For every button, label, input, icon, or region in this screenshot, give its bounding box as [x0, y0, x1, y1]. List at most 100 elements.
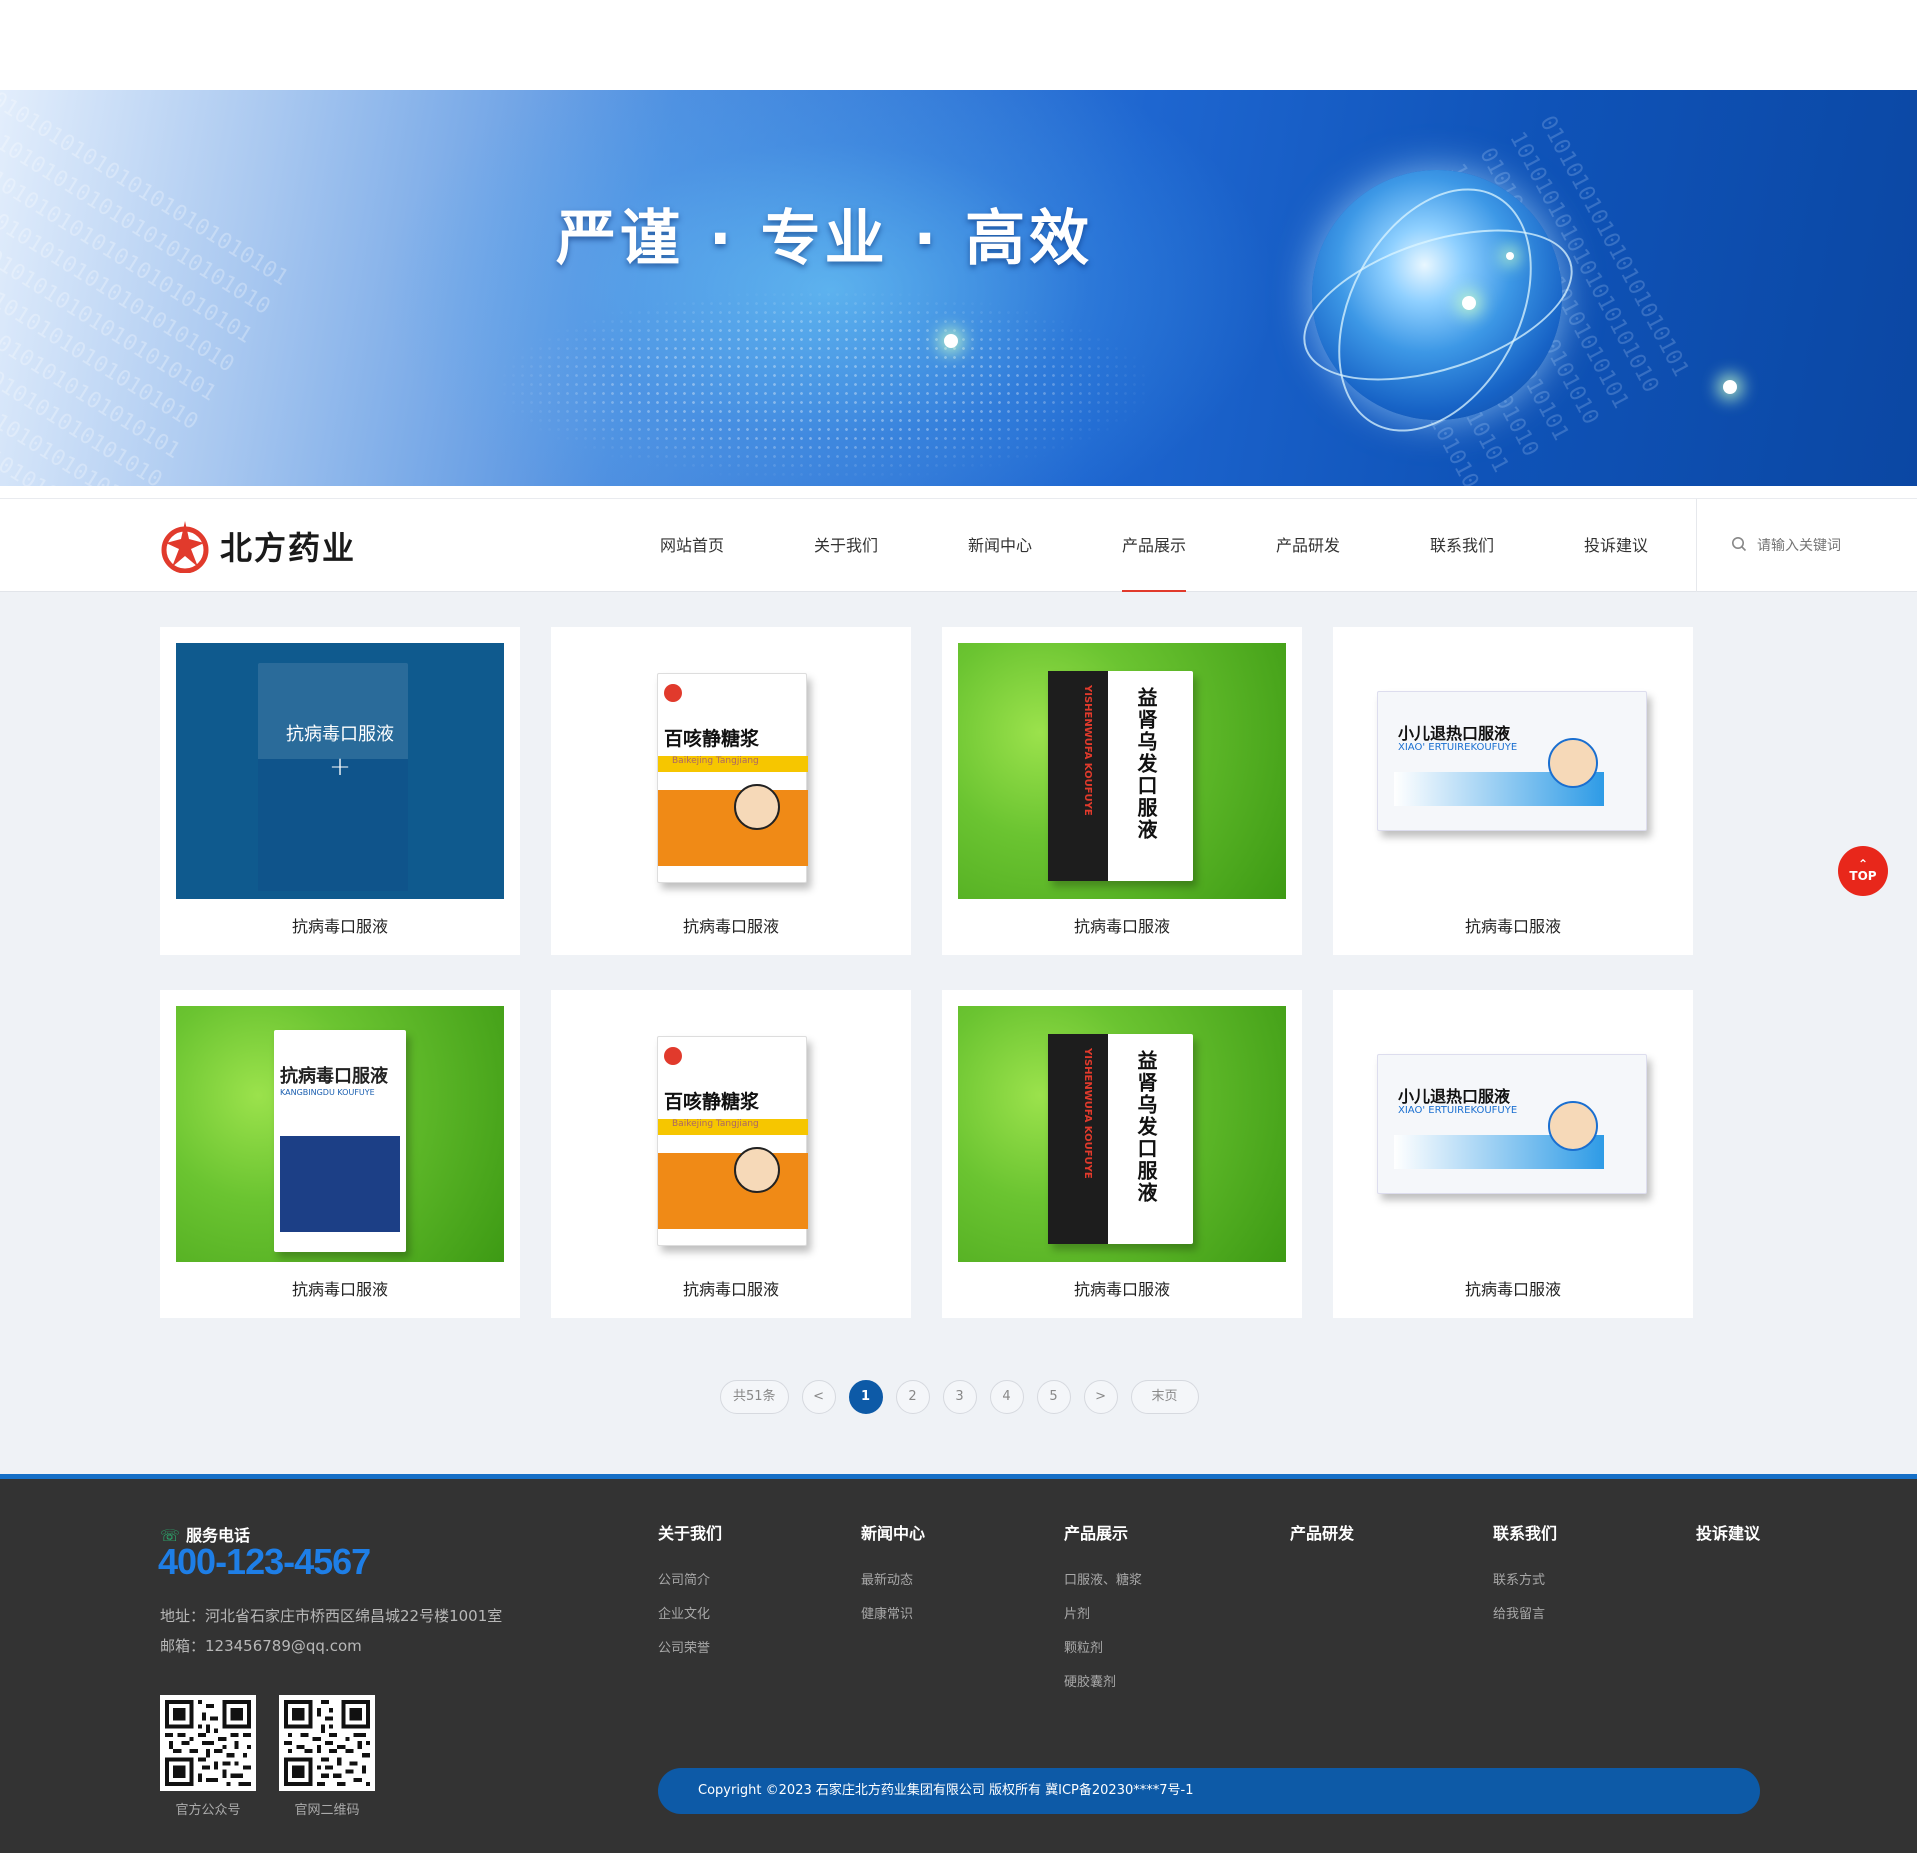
product-card[interactable]: 小儿退热口服液 XIAO' ERTUIREKOUFUYE 抗病毒口服液	[1333, 990, 1693, 1318]
product-list-section: 抗病毒口服液 + 抗病毒口服液 百咳静糖浆 Baikejing Tangjian…	[0, 592, 1917, 1474]
nav-item-products[interactable]: 产品展示	[1077, 499, 1231, 593]
nav-item-about[interactable]: 关于我们	[769, 499, 923, 593]
address-text: 地址：河北省石家庄市桥西区绵昌城22号楼1001室	[160, 1607, 503, 1625]
product-caption[interactable]: 抗病毒口服液	[551, 899, 911, 955]
product-card[interactable]: 抗病毒口服液 KANGBINGDU KOUFUYE 抗病毒口服液	[160, 990, 520, 1318]
box-title: 益肾乌发口服液	[1134, 1050, 1158, 1204]
footer-col-title[interactable]: 联系我们	[1493, 1520, 1557, 1544]
product-image: 抗病毒口服液 +	[176, 643, 504, 899]
hover-overlay: 抗病毒口服液 +	[176, 643, 504, 899]
footer-link[interactable]: 公司简介	[658, 1564, 722, 1598]
hero-banner: 0101010101010101010101010101 10101010101…	[0, 90, 1917, 486]
footer-col-title[interactable]: 关于我们	[658, 1520, 722, 1544]
qr-code-website	[279, 1695, 375, 1791]
product-caption[interactable]: 抗病毒口服液	[551, 1262, 911, 1318]
pagination-last[interactable]: 末页	[1130, 1380, 1199, 1414]
pagination-prev[interactable]: <	[801, 1380, 836, 1414]
back-to-top-label: TOP	[1849, 869, 1877, 883]
box-title: 益肾乌发口服液	[1134, 687, 1158, 841]
back-to-top-button[interactable]: ⌃ TOP	[1838, 846, 1888, 896]
product-box: 百咳静糖浆 Baikejing Tangjiang	[657, 673, 808, 883]
product-image: YISHENWUFA KOUFUYE 益肾乌发口服液	[958, 643, 1286, 899]
product-card[interactable]: 百咳静糖浆 Baikejing Tangjiang 抗病毒口服液	[551, 627, 911, 955]
brand-name: 北方药业	[220, 529, 357, 567]
footer-col-title[interactable]: 新闻中心	[861, 1520, 925, 1544]
footer-col-title[interactable]: 产品研发	[1290, 1520, 1354, 1544]
product-box: 抗病毒口服液 KANGBINGDU KOUFUYE	[274, 1030, 406, 1252]
pagination: 共51条 < 1 2 3 4 5 > 末页	[720, 1380, 1212, 1414]
nav-item-home[interactable]: 网站首页	[615, 499, 769, 593]
light-point	[1462, 296, 1476, 310]
nav-item-research[interactable]: 产品研发	[1231, 499, 1385, 593]
footer-link[interactable]: 颗粒剂	[1064, 1632, 1142, 1666]
product-caption[interactable]: 抗病毒口服液	[1333, 1262, 1693, 1318]
mascot-graphic	[1548, 738, 1598, 788]
product-card[interactable]: 百咳静糖浆 Baikejing Tangjiang 抗病毒口服液	[551, 990, 911, 1318]
footer-col-research: 产品研发	[1290, 1520, 1354, 1564]
footer-col-title[interactable]: 投诉建议	[1696, 1520, 1760, 1544]
banner-slogan: 严谨 · 专业 · 高效	[556, 204, 1094, 274]
footer-link[interactable]: 健康常识	[861, 1598, 925, 1632]
product-image: 小儿退热口服液 XIAO' ERTUIREKOUFUYE	[1349, 643, 1677, 899]
box-title: 小儿退热口服液	[1398, 1087, 1511, 1106]
phone-number[interactable]: 400-123-4567	[158, 1541, 371, 1583]
footer-link[interactable]: 口服液、糖浆	[1064, 1564, 1142, 1598]
pagination-next[interactable]: >	[1083, 1380, 1118, 1414]
nav-item-news[interactable]: 新闻中心	[923, 499, 1077, 593]
footer-link[interactable]: 企业文化	[658, 1598, 722, 1632]
pagination-total: 共51条	[720, 1380, 789, 1414]
footer-link[interactable]: 硬胶囊剂	[1064, 1666, 1142, 1700]
box-subtitle: KANGBINGDU KOUFUYE	[280, 1088, 375, 1097]
product-caption[interactable]: 抗病毒口服液	[942, 1262, 1302, 1318]
product-caption[interactable]: 抗病毒口服液	[1333, 899, 1693, 955]
product-card[interactable]: YISHENWUFA KOUFUYE 益肾乌发口服液 抗病毒口服液	[942, 627, 1302, 955]
pagination-page[interactable]: 3	[942, 1380, 977, 1414]
product-image: 小儿退热口服液 XIAO' ERTUIREKOUFUYE	[1349, 1006, 1677, 1262]
nav-item-contact[interactable]: 联系我们	[1385, 499, 1539, 593]
product-image: 百咳静糖浆 Baikejing Tangjiang	[567, 643, 895, 899]
mascot-graphic	[734, 1147, 780, 1193]
logo-icon	[160, 519, 210, 574]
product-box: 百咳静糖浆 Baikejing Tangjiang	[657, 1036, 808, 1246]
nav-menu: 网站首页 关于我们 新闻中心 产品展示 产品研发 联系我们 投诉建议	[615, 499, 1693, 593]
email-text: 邮箱：123456789@qq.com	[160, 1637, 362, 1655]
plus-icon[interactable]: +	[329, 752, 351, 782]
product-card[interactable]: 抗病毒口服液 + 抗病毒口服液	[160, 627, 520, 955]
contact-info: 地址：河北省石家庄市桥西区绵昌城22号楼1001室 邮箱：123456789@q…	[160, 1601, 502, 1661]
footer-link[interactable]: 给我留言	[1493, 1598, 1557, 1632]
footer-link[interactable]: 片剂	[1064, 1598, 1142, 1632]
search-input[interactable]	[1757, 538, 1887, 554]
box-subtitle: YISHENWUFA KOUFUYE	[1082, 685, 1093, 816]
qr-caption: 官方公众号	[175, 1803, 241, 1818]
light-point	[1506, 252, 1514, 260]
qr-code-wechat	[160, 1695, 256, 1791]
product-card[interactable]: YISHENWUFA KOUFUYE 益肾乌发口服液 抗病毒口服液	[942, 990, 1302, 1318]
pagination-page[interactable]: 4	[989, 1380, 1024, 1414]
footer-link[interactable]: 最新动态	[861, 1564, 925, 1598]
mascot-graphic	[1548, 1101, 1598, 1151]
site-footer: ☏ 服务电话 400-123-4567 地址：河北省石家庄市桥西区绵昌城22号楼1…	[0, 1474, 1917, 1853]
pagination-page[interactable]: 5	[1036, 1380, 1071, 1414]
nav-item-feedback[interactable]: 投诉建议	[1539, 499, 1693, 593]
product-caption[interactable]: 抗病毒口服液	[160, 1262, 520, 1318]
product-caption[interactable]: 抗病毒口服液	[942, 899, 1302, 955]
page: { "banner": { "slogan": "严谨 · 专业 · 高效" }…	[0, 0, 1917, 1853]
pagination-page[interactable]: 2	[895, 1380, 930, 1414]
site-logo[interactable]: 北方药业	[160, 519, 357, 574]
footer-col-about: 关于我们 公司简介 企业文化 公司荣誉	[658, 1520, 722, 1666]
box-subtitle: Baikejing Tangjiang	[658, 756, 808, 772]
footer-link[interactable]: 联系方式	[1493, 1564, 1557, 1598]
footer-col-feedback: 投诉建议	[1696, 1520, 1760, 1564]
product-card[interactable]: 小儿退热口服液 XIAO' ERTUIREKOUFUYE 抗病毒口服液	[1333, 627, 1693, 955]
footer-link[interactable]: 公司荣誉	[658, 1632, 722, 1666]
pagination-page-current[interactable]: 1	[848, 1380, 883, 1414]
product-caption[interactable]: 抗病毒口服液	[160, 899, 520, 955]
footer-col-title[interactable]: 产品展示	[1064, 1520, 1142, 1544]
product-image: YISHENWUFA KOUFUYE 益肾乌发口服液	[958, 1006, 1286, 1262]
dotted-world-map	[500, 290, 1150, 480]
box-subtitle: YISHENWUFA KOUFUYE	[1082, 1048, 1093, 1179]
mascot-graphic	[734, 784, 780, 830]
search-icon[interactable]	[1731, 536, 1747, 556]
qr-caption: 官网二维码	[294, 1803, 360, 1818]
box-title: 百咳静糖浆	[664, 728, 760, 750]
